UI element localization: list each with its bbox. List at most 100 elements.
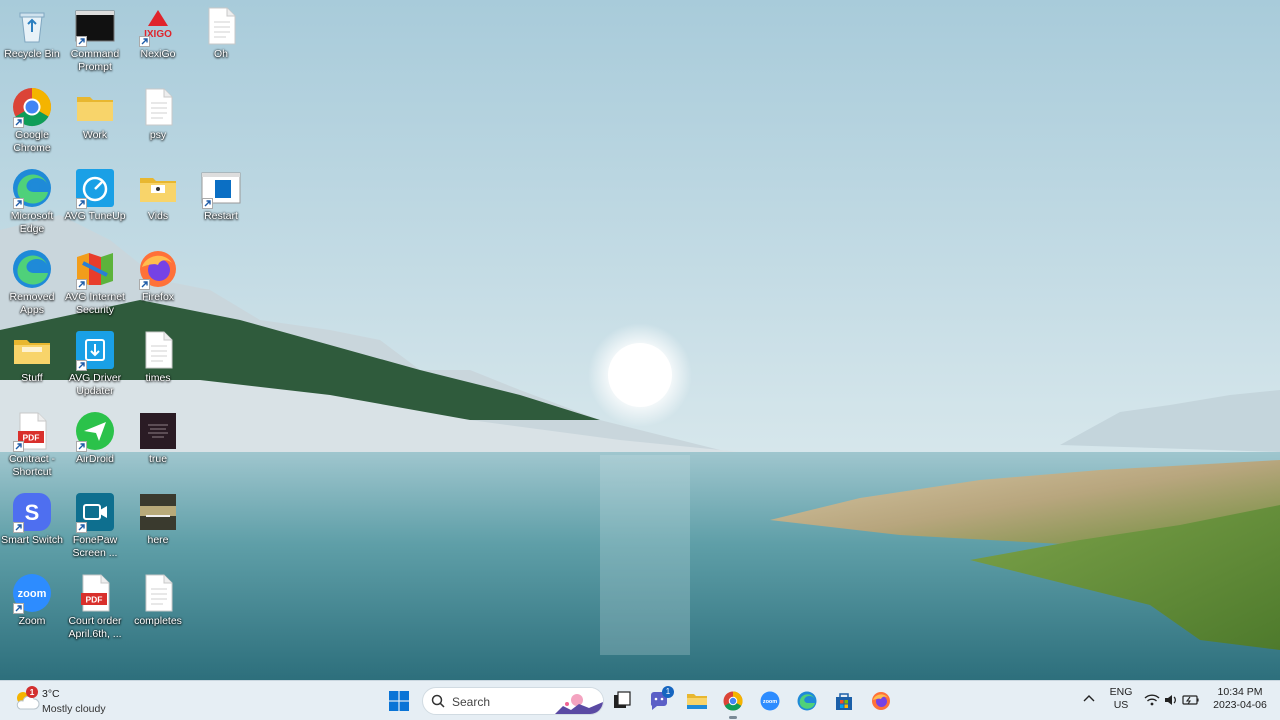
desktop-icon-airdroid[interactable]: AirDroid [63,405,127,481]
firefox-icon [138,249,178,290]
desktop-icon-smart-switch[interactable]: S Smart Switch [0,486,64,562]
desktop-icon-completes[interactable]: completes [126,567,190,643]
desktop-icon-oh[interactable]: Oh [189,0,253,76]
desktop-icon-restart[interactable]: Restart [189,162,253,238]
desktop-icon-label: completes [134,615,182,627]
desktop-icon-label: here [147,534,169,546]
task-view-button[interactable] [606,685,638,717]
folder-icon [138,168,178,208]
desktop-icon-label: Contract - Shortcut [8,453,56,478]
desktop-icon-label: Firefox [141,291,175,303]
volume-icon [1165,695,1176,705]
document-icon [201,6,241,46]
chevron-up-icon [1083,695,1095,702]
weather-temperature: 3°C [42,688,60,700]
weather-condition: Mostly cloudy [42,703,106,715]
pdf-icon: PDF [12,411,52,452]
microsoft-store-icon [836,693,852,710]
desktop-icon-label: AVG Internet Security [65,291,125,316]
desktop-icon-recycle-bin[interactable]: Recycle Bin [0,0,64,76]
system-tray-quick-settings[interactable] [1142,690,1202,710]
shortcut-arrow-icon [13,117,24,128]
desktop-icon-times[interactable]: times [126,324,190,400]
desktop-icon-zoom[interactable]: zoom Zoom [0,567,64,643]
desktop-icon-contract-shortcut[interactable]: PDF Contract - Shortcut [0,405,64,481]
task-view-icon [614,691,631,708]
document-icon [138,573,178,613]
desktop-icon-psy[interactable]: psy [126,81,190,157]
battery-icon [1182,695,1199,705]
restart-icon [201,168,241,209]
desktop-icon-work[interactable]: Work [63,81,127,157]
shortcut-arrow-icon [76,522,87,533]
command-prompt-icon [75,6,115,47]
shortcut-arrow-icon [76,36,87,47]
desktop-icon-microsoft-edge[interactable]: Microsoft Edge [0,162,64,238]
taskbar-search[interactable]: Search [422,687,604,715]
desktop-icon-vids[interactable]: Vids [126,162,190,238]
search-label: Search [452,695,491,709]
desktop-icon-fonepaw[interactable]: FonePaw Screen ... [63,486,127,562]
language-code: ENG [1109,686,1133,698]
desktop-icon-label: Recycle Bin [4,48,60,60]
zoom-taskbar-button[interactable]: zoom [754,685,786,717]
desktop-icon-label: Command Prompt [70,48,120,73]
edge-icon [12,168,52,209]
chrome-taskbar-button[interactable] [717,685,749,717]
svg-text:S: S [25,500,40,525]
desktop-icon-label: AVG Driver Updater [68,372,122,397]
desktop-icon-label: AVG TuneUp [64,210,126,222]
shortcut-arrow-icon [13,603,24,614]
file-explorer-icon [687,694,707,709]
desktop-icon-command-prompt[interactable]: Command Prompt [63,0,127,76]
input-language-indicator[interactable]: ENG US [1108,686,1134,712]
store-taskbar-button[interactable] [828,685,860,717]
pdf-icon: PDF [75,573,115,613]
shortcut-arrow-icon [202,198,213,209]
desktop-icon-label: Stuff [21,372,43,384]
desktop-icon-avg-internet-security[interactable]: AVG Internet Security [63,243,127,319]
desktop-icon-label: NexiGo [140,48,176,60]
chat-notification-badge: 1 [662,686,674,698]
search-highlight-image-icon [553,688,603,714]
region-code: US [1113,699,1129,711]
weather-widget[interactable]: 1 3°C Mostly cloudy [14,685,154,717]
desktop-icon-removed-apps[interactable]: Removed Apps [0,243,64,319]
folder-icon [75,87,115,127]
airdroid-icon [75,411,115,452]
clock-time: 10:34 PM [1217,686,1263,698]
smart-switch-icon: S [12,492,52,533]
desktop-icon-label: Microsoft Edge [10,210,54,235]
edge-icon [797,691,817,711]
desktop-icon-court-order[interactable]: PDF Court order April.6th, ... [63,567,127,643]
desktop-icon-here[interactable]: here [126,486,190,562]
firefox-icon [872,692,890,710]
edge-taskbar-button[interactable] [791,685,823,717]
desktop-icon-stuff[interactable]: Stuff [0,324,64,400]
desktop-icon-firefox[interactable]: Firefox [126,243,190,319]
avg-driver-updater-icon [75,330,115,371]
show-hidden-icons-button[interactable] [1080,690,1098,708]
taskbar-clock[interactable]: 10:34 PM 2023-04-06 [1206,686,1274,712]
zoom-taskbar-text: zoom [763,699,777,705]
desktop-icon-true[interactable]: true [126,405,190,481]
start-button[interactable] [383,685,415,717]
weather-alert-badge: 1 [26,686,38,698]
fonepaw-icon [75,492,115,533]
desktop-icon-google-chrome[interactable]: Google Chrome [0,81,64,157]
file-explorer-button[interactable] [680,685,712,717]
desktop-icon-label: AirDroid [76,453,114,465]
desktop-icon-nexigo[interactable]: IXIGO NexiGo [126,0,190,76]
shortcut-arrow-icon [139,36,150,47]
firefox-taskbar-button[interactable] [865,685,897,717]
shortcut-arrow-icon [13,198,24,209]
running-indicator [729,716,737,719]
desktop-icon-avg-tuneup[interactable]: AVG TuneUp [63,162,127,238]
desktop-icon-avg-driver-updater[interactable]: AVG Driver Updater [63,324,127,400]
desktop-icon-label: Smart Switch [1,534,63,546]
desktop-icon-label: psy [149,129,167,141]
image-thumbnail-icon [138,492,178,532]
chrome-icon [12,87,52,128]
chrome-icon [723,691,743,711]
desktop-icon-label: Oh [213,48,228,60]
